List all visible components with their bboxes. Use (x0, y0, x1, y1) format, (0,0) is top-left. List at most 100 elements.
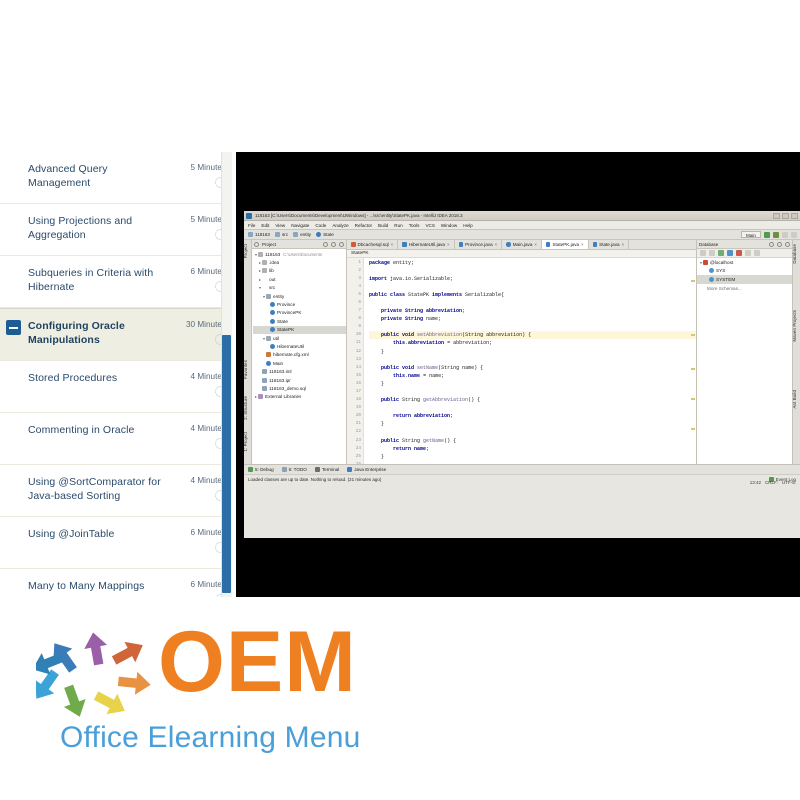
database-tool-window[interactable]: Database ▾ @localhost SYS SYSTEM More Schem… (696, 240, 792, 464)
right-tool-window-strip[interactable]: Database Maven Projects Ant Build (792, 240, 800, 464)
status-bar-item[interactable]: 13:42 (750, 480, 761, 485)
menu-item-build[interactable]: Build (378, 223, 388, 228)
run-icon[interactable] (764, 231, 770, 238)
menu-item-analyze[interactable]: Analyze (332, 223, 348, 228)
tree-node[interactable]: ▾ src (253, 284, 346, 292)
settings-gear-icon[interactable] (777, 241, 782, 247)
bottom-tool-tab[interactable]: 6: TODO (281, 466, 307, 472)
editor-tab[interactable]: StatePK.java × (541, 240, 589, 249)
sync-icon[interactable] (718, 250, 724, 256)
breadcrumb-item[interactable]: 118163 (248, 232, 270, 237)
database-tree-node[interactable]: SYS (697, 267, 792, 276)
tree-node[interactable]: State (253, 317, 346, 325)
status-bar-item[interactable]: CRLF: (765, 480, 778, 485)
menu-item-file[interactable]: File (248, 223, 255, 228)
run-toolbar[interactable]: Main (741, 231, 800, 238)
tool-tab-project-bottom[interactable]: 1: Project (244, 432, 248, 452)
expand-icon[interactable] (754, 250, 760, 256)
close-tab-icon[interactable]: × (534, 242, 537, 247)
close-tab-icon[interactable]: × (581, 242, 584, 247)
maximize-button[interactable] (782, 212, 789, 219)
curriculum-scrollbar-thumb[interactable] (222, 335, 231, 593)
tree-node[interactable]: HibernateUtil (253, 342, 346, 350)
bottom-tool-tab[interactable]: Terminal (314, 466, 339, 472)
stop-icon[interactable] (736, 250, 742, 256)
editor-tab[interactable]: Province.java × (454, 240, 503, 249)
remove-datasource-icon[interactable] (709, 250, 715, 256)
editor-tab[interactable]: HibernateUtil.java × (398, 240, 455, 249)
tree-node[interactable]: ▸ lib (253, 267, 346, 275)
editor-tab[interactable]: State.java × (588, 240, 630, 249)
bottom-tool-tab[interactable]: Java Enterprise (347, 466, 386, 472)
bottom-tool-window-bar[interactable]: 5: Debug 6: TODO Terminal Java Enterprise (244, 464, 800, 474)
tool-tab-favorites[interactable]: Favorites (244, 360, 248, 379)
console-icon[interactable] (727, 250, 733, 256)
tree-node[interactable]: ▸ External Libraries (253, 393, 346, 401)
collapse-all-icon[interactable] (323, 241, 328, 247)
status-bar-item[interactable]: UTF-8: (782, 480, 796, 485)
ide-navigation-bar[interactable]: 118163 src entity State Main (244, 230, 800, 240)
database-toolbar[interactable] (697, 249, 792, 258)
database-tree[interactable]: ▾ @localhost SYS SYSTEM (697, 258, 792, 284)
close-tab-icon[interactable]: × (622, 242, 625, 247)
search-icon[interactable] (791, 231, 797, 238)
tree-node[interactable]: Main (253, 359, 346, 367)
status-bar-meta[interactable]: 13:42 CRLF: UTF-8: (750, 480, 796, 485)
tree-node[interactable]: ▾ 118163 C:\Users\Documents (253, 250, 346, 258)
tree-node[interactable]: StatePK (253, 325, 346, 334)
code-text[interactable]: package entity; import java.io.Serializa… (364, 258, 696, 465)
close-tab-icon[interactable]: × (391, 242, 394, 247)
tree-node[interactable]: ▸ .idea (253, 258, 346, 266)
editor-tab-bar[interactable]: Dbcachesql.sql × HibernateUtil.java × Provin… (347, 240, 696, 250)
editor-tab[interactable]: Main.java × (502, 240, 542, 249)
tree-node[interactable]: 118163.iml (253, 367, 346, 375)
menu-item-tools[interactable]: Tools (409, 223, 420, 228)
bottom-tool-tab[interactable]: 5: Debug (248, 466, 274, 472)
close-tab-icon[interactable]: × (447, 242, 450, 247)
curriculum-lesson[interactable]: Many to Many Mappings 6 Minutes (0, 569, 232, 597)
tree-node[interactable]: ProvincePK (253, 309, 346, 317)
tree-node[interactable]: 118163.ipr (253, 376, 346, 384)
tree-node[interactable]: 118163_demo.sql (253, 384, 346, 392)
hide-panel-icon[interactable] (339, 241, 344, 247)
breadcrumb-item[interactable]: src (275, 232, 288, 237)
more-schemas-link[interactable]: More Schemas... (697, 286, 792, 291)
ide-menu-bar[interactable]: File Edit View Navigate Code Analyze Refactor B… (244, 221, 800, 230)
menu-item-edit[interactable]: Edit (261, 223, 269, 228)
curriculum-lesson[interactable]: Subqueries in Criteria with Hibernate 6 M… (0, 256, 232, 308)
curriculum-lesson[interactable]: Stored Procedures 4 Minutes (0, 361, 232, 413)
run-configuration-selector[interactable]: Main (741, 231, 761, 238)
debug-icon[interactable] (773, 231, 779, 238)
curriculum-lesson[interactable]: Commenting in Oracle 4 Minutes (0, 413, 232, 465)
video-player-stage[interactable]: 118163 [C:\Users\Documents\Development\I… (236, 152, 800, 597)
menu-item-code[interactable]: Code (315, 223, 326, 228)
window-controls[interactable] (773, 212, 800, 219)
close-button[interactable] (791, 212, 798, 219)
stop-icon[interactable] (782, 231, 788, 238)
curriculum-lesson[interactable]: Using Projections and Aggregation 5 Minut… (0, 204, 232, 256)
add-datasource-icon[interactable] (700, 250, 706, 256)
menu-item-window[interactable]: Window (441, 223, 457, 228)
menu-item-vcs[interactable]: VCS (425, 223, 434, 228)
hide-panel-icon[interactable] (785, 241, 790, 247)
close-tab-icon[interactable]: × (495, 242, 498, 247)
tree-node[interactable]: ▸ out (253, 275, 346, 283)
tool-tab-structure[interactable]: 2: Structure (244, 396, 248, 420)
curriculum-lesson[interactable]: Using @JoinTable 6 Minutes (0, 517, 232, 569)
tree-node[interactable]: ▾ util (253, 334, 346, 342)
menu-item-run[interactable]: Run (394, 223, 402, 228)
menu-item-navigate[interactable]: Navigate (291, 223, 309, 228)
database-tree-node[interactable]: ▾ @localhost (697, 258, 792, 267)
minimize-button[interactable] (773, 212, 780, 219)
database-tree-node[interactable]: SYSTEM (697, 275, 792, 284)
tool-tab-maven[interactable]: Maven Projects (792, 310, 797, 342)
project-tool-window[interactable]: Project ▾ 118163 C:\Users\Documents ▸ .idea ▸… (252, 240, 347, 464)
menu-item-refactor[interactable]: Refactor (355, 223, 372, 228)
tool-tab-project[interactable]: Project (244, 244, 248, 258)
curriculum-lesson[interactable]: Advanced Query Management 5 Minutes (0, 152, 232, 204)
refresh-icon[interactable] (769, 241, 774, 247)
breadcrumb-item[interactable]: State (316, 232, 334, 237)
tree-node[interactable]: hibernate.cfg.xml (253, 351, 346, 359)
editor-tab[interactable]: Dbcachesql.sql × (347, 240, 399, 249)
tree-node[interactable]: Province (253, 300, 346, 308)
